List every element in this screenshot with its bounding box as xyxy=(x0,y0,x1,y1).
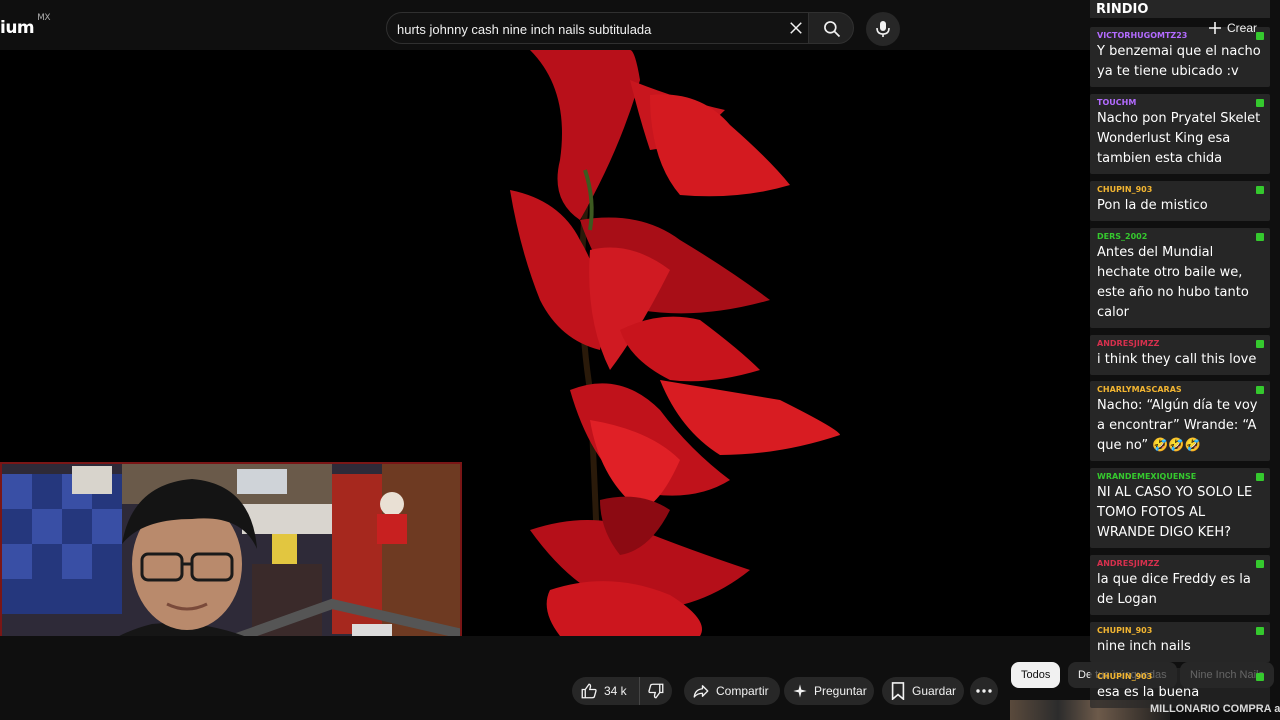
chat-badge-icon xyxy=(1256,386,1264,394)
chat-overlay: RINDIO VICTORHUGOMTZ23 Y benzemai que el… xyxy=(1090,0,1280,720)
like-dislike-group: 34 k xyxy=(572,677,672,705)
chat-message: CHUPIN_903 Pon la de mistico xyxy=(1090,181,1270,221)
chat-badge-icon xyxy=(1256,340,1264,348)
chat-badge-icon xyxy=(1256,673,1264,681)
chat-message-text: esa es la buena xyxy=(1097,685,1200,700)
logo-text: ium xyxy=(0,18,35,38)
chat-badge-icon xyxy=(1256,627,1264,635)
search-button[interactable] xyxy=(808,12,854,44)
chat-message-text: NI AL CASO YO SOLO LE TOMO FOTOS AL WRAN… xyxy=(1097,485,1253,540)
chat-username: CHUPIN_903 xyxy=(1097,626,1153,635)
chat-message-text: Y benzemai que el nacho ya te tiene ubic… xyxy=(1097,44,1261,79)
chat-username: CHUPIN_903 xyxy=(1097,672,1153,681)
chat-message: TOUCHM Nacho pon Pryatel Skelet Wonderlu… xyxy=(1090,94,1270,174)
chat-badge-icon xyxy=(1256,560,1264,568)
chat-message-text: la que dice Freddy es la de Logan xyxy=(1097,572,1251,607)
share-button[interactable]: Compartir xyxy=(684,677,780,705)
chat-message: CHUPIN_903 nine inch nails xyxy=(1090,622,1270,662)
chat-message: DERS_2002 Antes del Mundial hechate otro… xyxy=(1090,228,1270,328)
chat-badge-icon xyxy=(1256,186,1264,194)
logo-region: MX xyxy=(37,13,51,24)
voice-search-button[interactable] xyxy=(866,12,900,46)
red-flower-image xyxy=(510,50,840,636)
plus-icon xyxy=(1209,22,1221,34)
chat-message: ANDRESJIMZZ i think they call this love xyxy=(1090,335,1270,375)
microphone-icon xyxy=(876,21,890,37)
chat-username: CHUPIN_903 xyxy=(1097,185,1153,194)
create-label: Crear xyxy=(1227,21,1258,35)
like-button[interactable]: 34 k xyxy=(572,677,640,705)
chat-message-text: Nacho: “Algún día te voy a encontrar” Wr… xyxy=(1097,398,1258,453)
chat-message: CHARLYMASCARAS Nacho: “Algún día te voy … xyxy=(1090,381,1270,461)
chat-badge-icon xyxy=(1256,473,1264,481)
chat-badge-icon xyxy=(1256,99,1264,107)
recommended-video-title[interactable]: MILLONARIO COMPRA a la xyxy=(1150,703,1280,715)
search-icon xyxy=(824,21,841,38)
save-button[interactable]: Guardar xyxy=(882,677,964,705)
chat-message-text: i think they call this love xyxy=(1097,352,1257,367)
more-horizontal-icon xyxy=(976,689,992,693)
chat-username: ANDRESJIMZZ xyxy=(1097,339,1160,348)
chat-username: DERS_2002 xyxy=(1097,232,1148,241)
chat-message-text: Nacho pon Pryatel Skelet Wonderlust King… xyxy=(1097,111,1261,166)
filter-chip-all[interactable]: Todos xyxy=(1011,662,1061,688)
youtube-logo[interactable]: ium MX xyxy=(0,13,51,38)
chat-message: ANDRESJIMZZ la que dice Freddy es la de … xyxy=(1090,555,1270,615)
chat-message: WRANDEMEXIQUENSE NI AL CASO YO SOLO LE T… xyxy=(1090,468,1270,548)
more-actions-button[interactable] xyxy=(970,677,998,705)
like-count: 34 k xyxy=(604,684,627,698)
ask-button[interactable]: Preguntar xyxy=(784,677,874,705)
chat-badge-icon xyxy=(1256,32,1264,40)
share-label: Compartir xyxy=(716,684,769,698)
sparkle-icon xyxy=(793,684,807,698)
thumbs-down-icon xyxy=(648,683,664,699)
bookmark-icon xyxy=(891,682,905,700)
chat-badge-icon xyxy=(1256,233,1264,241)
chat-message-text: RINDIO xyxy=(1096,2,1149,17)
chat-username: TOUCHM xyxy=(1097,98,1137,107)
ask-label: Preguntar xyxy=(814,684,867,698)
chat-username: ANDRESJIMZZ xyxy=(1097,559,1160,568)
create-button[interactable]: Crear xyxy=(1208,16,1257,40)
dislike-button[interactable] xyxy=(640,677,672,705)
search-input[interactable] xyxy=(397,19,777,39)
chat-username: CHARLYMASCARAS xyxy=(1097,385,1182,394)
chat-message-text: Antes del Mundial hechate otro baile we,… xyxy=(1097,245,1249,320)
thumbs-up-icon xyxy=(581,683,597,699)
chat-username: WRANDEMEXIQUENSE xyxy=(1097,472,1197,481)
chat-message: CHUPIN_903 esa es la buena xyxy=(1090,668,1270,708)
chat-message-text: nine inch nails xyxy=(1097,639,1191,654)
top-bar: ium MX xyxy=(0,0,1090,50)
clear-icon[interactable] xyxy=(787,19,805,37)
search-box xyxy=(386,12,812,44)
share-icon xyxy=(693,685,709,698)
chat-message-text: Pon la de mistico xyxy=(1097,198,1208,213)
save-label: Guardar xyxy=(912,684,957,698)
